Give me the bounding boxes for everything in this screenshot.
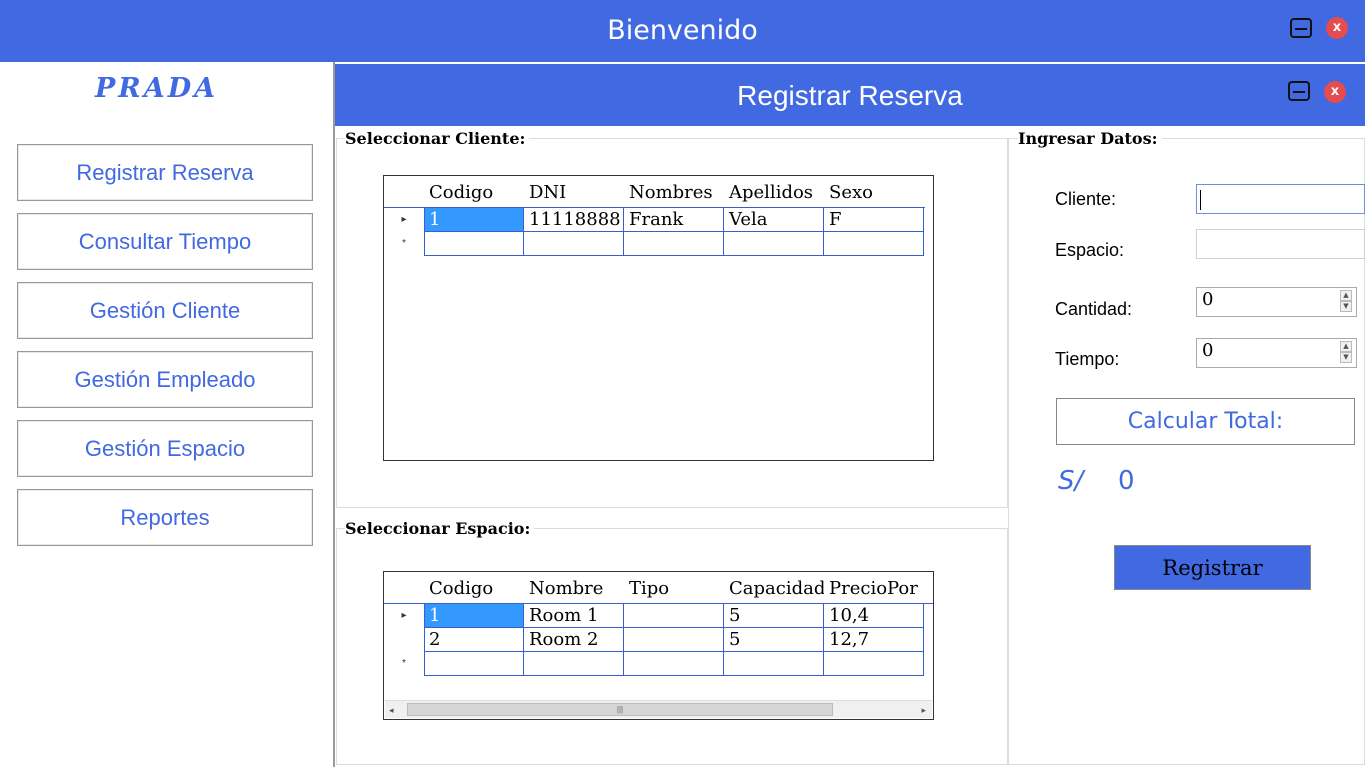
table-cell[interactable]: Vela: [724, 208, 824, 232]
stepper-up-icon[interactable]: ▲: [1340, 290, 1352, 301]
espacio-field[interactable]: [1196, 229, 1365, 259]
stepper-arrows[interactable]: ▲ ▼: [1340, 341, 1352, 365]
tiempo-stepper[interactable]: 0 ▲ ▼: [1196, 338, 1357, 368]
sidebar-item-reportes[interactable]: Reportes: [17, 489, 313, 546]
text-cursor: [1200, 190, 1201, 210]
calcular-total-button[interactable]: Calcular Total:: [1056, 398, 1355, 445]
table-cell[interactable]: [724, 232, 824, 256]
row-selector-icon[interactable]: ▸: [384, 604, 424, 628]
grid-line: [424, 208, 425, 256]
column-header-codigo[interactable]: Codigo: [424, 574, 524, 604]
table-cell[interactable]: F: [824, 208, 924, 232]
column-header-capacidad[interactable]: Capacidad: [724, 574, 824, 604]
column-header-precio[interactable]: PrecioPor: [824, 574, 924, 604]
cliente-label: Cliente:: [1055, 189, 1117, 209]
logo: PRADA: [95, 73, 219, 104]
close-icon[interactable]: x: [1326, 17, 1348, 39]
sidebar-item-registrar-reserva[interactable]: Registrar Reserva: [17, 144, 313, 201]
currency-symbol: S/: [1058, 466, 1084, 496]
table-cell[interactable]: 12,7: [824, 628, 924, 652]
new-row-icon[interactable]: *: [384, 232, 424, 256]
window-close-icon[interactable]: x: [1324, 81, 1346, 103]
window-minimize-icon[interactable]: [1288, 81, 1310, 101]
table-cell[interactable]: [624, 628, 724, 652]
sidebar-item-gestion-cliente[interactable]: Gestión Cliente: [17, 282, 313, 339]
stepper-arrows[interactable]: ▲ ▼: [1340, 290, 1352, 314]
table-cell[interactable]: 1: [424, 208, 524, 232]
column-header-nombres[interactable]: Nombres: [624, 178, 724, 208]
sidebar-item-gestion-espacio[interactable]: Gestión Espacio: [17, 420, 313, 477]
cliente-grid[interactable]: Codigo DNI Nombres Apellidos Sexo ▸ 1 11…: [383, 175, 934, 461]
scroll-left-icon[interactable]: ◂: [389, 705, 394, 716]
new-row-icon[interactable]: *: [384, 652, 424, 676]
cliente-group-label: Seleccionar Cliente:: [345, 129, 530, 148]
column-header-sexo[interactable]: Sexo: [824, 178, 924, 208]
sidebar-item-consultar-tiempo[interactable]: Consultar Tiempo: [17, 213, 313, 270]
table-cell[interactable]: [524, 652, 624, 676]
espacio-group-label: Seleccionar Espacio:: [345, 519, 535, 538]
minimize-icon[interactable]: [1290, 18, 1312, 38]
window-title: Registrar Reserva: [737, 80, 963, 111]
column-header-apellidos[interactable]: Apellidos: [724, 178, 824, 208]
table-cell[interactable]: [824, 232, 924, 256]
sidebar-item-gestion-empleado[interactable]: Gestión Empleado: [17, 351, 313, 408]
table-cell[interactable]: [824, 652, 924, 676]
table-cell[interactable]: 5: [724, 604, 824, 628]
table-cell[interactable]: 11118888: [524, 208, 624, 232]
column-header-codigo[interactable]: Codigo: [424, 178, 524, 208]
table-cell[interactable]: [624, 652, 724, 676]
stepper-up-icon[interactable]: ▲: [1340, 341, 1352, 352]
horizontal-scrollbar[interactable]: ◂ ||| ▸: [385, 700, 932, 718]
cantidad-label: Cantidad:: [1055, 299, 1133, 319]
table-cell[interactable]: [624, 604, 724, 628]
app-title: Bienvenido: [607, 15, 758, 46]
scroll-thumb[interactable]: |||: [407, 703, 833, 716]
table-cell[interactable]: 1: [424, 604, 524, 628]
scroll-right-icon[interactable]: ▸: [921, 705, 926, 716]
table-cell[interactable]: [424, 232, 524, 256]
table-cell[interactable]: 2: [424, 628, 524, 652]
cliente-field[interactable]: [1196, 184, 1365, 214]
column-header-nombre[interactable]: Nombre: [524, 574, 624, 604]
registrar-button[interactable]: Registrar: [1114, 545, 1311, 590]
table-cell[interactable]: 5: [724, 628, 824, 652]
sidebar-divider: [333, 62, 335, 767]
row-selector-icon[interactable]: ▸: [384, 208, 424, 232]
espacio-label: Espacio:: [1055, 240, 1125, 260]
total-value: 0: [1118, 466, 1135, 496]
cantidad-value: 0: [1202, 289, 1214, 310]
table-cell[interactable]: Room 1: [524, 604, 624, 628]
grid-line: [424, 604, 425, 676]
table-cell[interactable]: 10,4: [824, 604, 924, 628]
column-header-tipo[interactable]: Tipo: [624, 574, 724, 604]
table-cell[interactable]: [624, 232, 724, 256]
espacio-grid[interactable]: Codigo Nombre Tipo Capacidad PrecioPor ▸…: [383, 571, 934, 720]
table-cell[interactable]: Room 2: [524, 628, 624, 652]
table-cell[interactable]: [724, 652, 824, 676]
stepper-down-icon[interactable]: ▼: [1340, 301, 1352, 312]
table-cell[interactable]: Frank: [624, 208, 724, 232]
tiempo-label: Tiempo:: [1055, 349, 1120, 369]
table-cell[interactable]: [524, 232, 624, 256]
column-header-dni[interactable]: DNI: [524, 178, 624, 208]
tiempo-value: 0: [1202, 340, 1214, 361]
cantidad-stepper[interactable]: 0 ▲ ▼: [1196, 287, 1357, 317]
datos-group-label: Ingresar Datos:: [1018, 129, 1162, 148]
table-cell[interactable]: [424, 652, 524, 676]
stepper-down-icon[interactable]: ▼: [1340, 352, 1352, 363]
